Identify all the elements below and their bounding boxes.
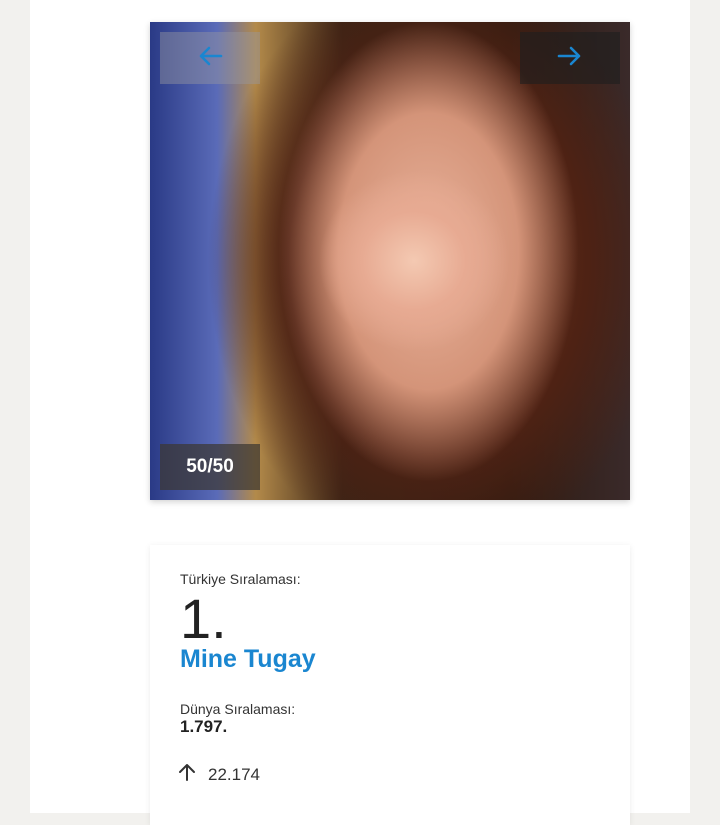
photo-gallery: 50/50	[150, 22, 630, 500]
celebrity-name-link[interactable]: Mine Tugay	[180, 645, 316, 674]
page-container: 50/50 Türkiye Sıralaması: 1. Mine Tugay …	[30, 0, 690, 825]
turkey-rank-label: Türkiye Sıralaması:	[180, 571, 301, 587]
photo-counter: 50/50	[160, 444, 260, 490]
trend-value: 22.174	[208, 764, 260, 784]
arrow-right-icon	[557, 45, 583, 72]
trend-stat: 22.174	[178, 763, 260, 786]
next-photo-button[interactable]	[520, 32, 620, 84]
world-rank-value: 1.797.	[180, 717, 228, 736]
profile-photo	[150, 22, 630, 500]
ranking-card: Türkiye Sıralaması: 1. Mine Tugay Dünya …	[150, 545, 630, 825]
turkey-rank-value: 1.	[180, 587, 227, 650]
world-rank-label: Dünya Sıralaması:	[180, 701, 296, 717]
previous-photo-button[interactable]	[160, 32, 260, 84]
arrow-left-icon	[197, 45, 223, 72]
arrow-up-icon	[178, 763, 196, 786]
